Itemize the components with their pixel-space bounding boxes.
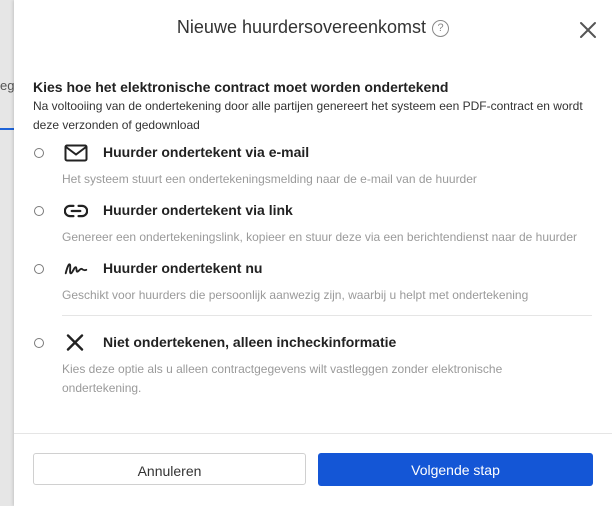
radio-now[interactable]	[34, 264, 44, 274]
option-title: Huurder ondertekent via e-mail	[103, 144, 310, 160]
dialog-title: Nieuwe huurdersovereenkomst	[176, 17, 427, 37]
dialog: Nieuwe huurdersovereenkomst? Kies hoe he…	[14, 0, 612, 506]
radio-link[interactable]	[34, 206, 44, 216]
radio-email[interactable]	[34, 148, 44, 158]
section-subtext: Na voltooiing van de ondertekening door …	[33, 99, 583, 132]
background-tab-label: eg	[0, 78, 14, 93]
option-link[interactable]: Huurder ondertekent via link Genereer ee…	[14, 202, 612, 244]
section-heading: Kies hoe het elektronische contract moet…	[33, 79, 449, 95]
background-tab-underline	[0, 128, 14, 130]
dialog-title-wrap: Nieuwe huurdersovereenkomst?	[14, 17, 612, 38]
cross-icon	[66, 334, 84, 351]
option-no-sign[interactable]: Niet ondertekenen, alleen incheckinforma…	[14, 334, 612, 395]
divider	[62, 315, 592, 316]
option-description: Genereer een ondertekeningslink, kopieer…	[62, 230, 578, 244]
option-title: Niet ondertekenen, alleen incheckinforma…	[103, 334, 397, 350]
envelope-icon	[64, 144, 88, 162]
option-email[interactable]: Huurder ondertekent via e-mail Het syste…	[14, 144, 612, 186]
close-icon[interactable]	[578, 20, 598, 40]
dialog-header: Nieuwe huurdersovereenkomst?	[14, 0, 612, 60]
option-description: Het systeem stuurt een ondertekeningsmel…	[62, 172, 477, 186]
cancel-button[interactable]: Annuleren	[33, 453, 306, 485]
option-title: Huurder ondertekent nu	[103, 260, 263, 276]
option-now[interactable]: Huurder ondertekent nu Geschikt voor huu…	[14, 260, 612, 302]
signature-icon	[64, 263, 88, 275]
question-circle-icon[interactable]: ?	[432, 20, 450, 37]
option-description: Kies deze optie als u alleen contractgeg…	[62, 362, 503, 395]
option-description: Geschikt voor huurders die persoonlijk a…	[62, 288, 529, 302]
next-step-button[interactable]: Volgende stap	[318, 453, 593, 486]
footer-divider	[14, 433, 612, 434]
option-title: Huurder ondertekent via link	[103, 202, 293, 218]
link-icon	[64, 204, 88, 218]
radio-no-sign[interactable]	[34, 338, 44, 348]
